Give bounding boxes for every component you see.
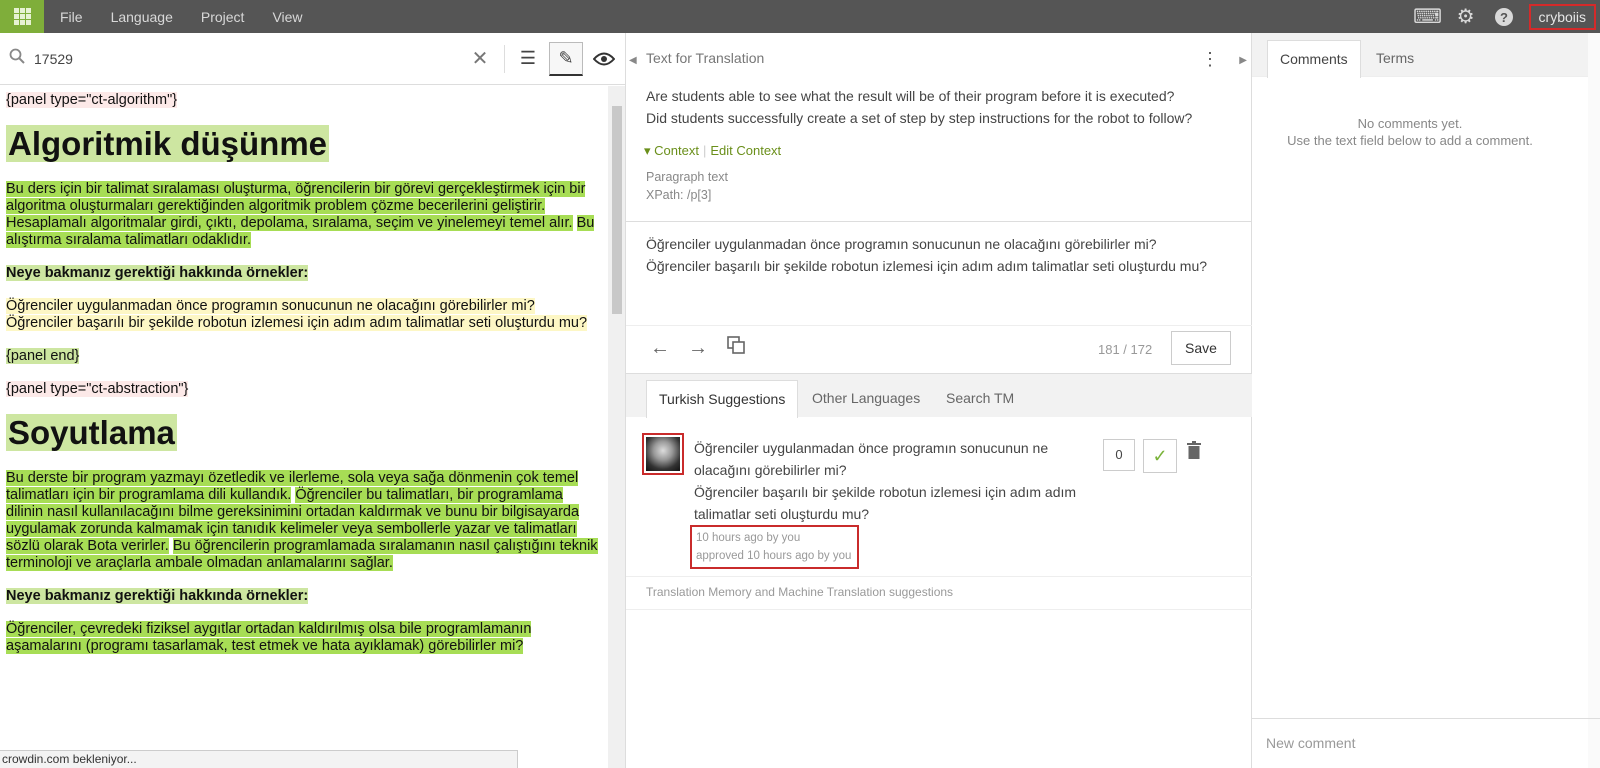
list-icon[interactable]: ☰ [511, 42, 545, 76]
segment[interactable]: Neye bakmanız gerektiği hakkında örnekle… [6, 588, 309, 604]
edit-context-link[interactable]: Edit Context [710, 143, 781, 158]
document-panel: 17529 ✕ ☰ ✎ {panel type="ct-algorithm"} … [0, 33, 626, 768]
scrollbar-thumb[interactable] [612, 106, 622, 314]
search-icon [0, 48, 34, 69]
document-preview: {panel type="ct-algorithm"} Algoritmik d… [0, 86, 608, 768]
segment[interactable]: Bu ders için bir talimat sıralaması oluş… [6, 181, 586, 214]
editor-panel: ◀ ▶ Text for Translation ⋮ Are students … [626, 33, 1252, 768]
top-bar: File Language Project View ⌨ ⚙ ? cryboii… [0, 0, 1600, 33]
tab-other-languages[interactable]: Other Languages [800, 380, 932, 418]
search-input[interactable]: 17529 [34, 51, 462, 67]
top-right-tools: ⌨ ⚙ ? cryboiis [1409, 0, 1600, 33]
divider [626, 221, 1252, 222]
help-icon[interactable]: ? [1485, 0, 1523, 33]
source-text: Are students able to see what the result… [646, 88, 1193, 126]
apps-menu-button[interactable] [0, 0, 44, 33]
grid-icon [13, 8, 31, 25]
tab-terms[interactable]: Terms [1364, 40, 1426, 78]
tab-turkish-suggestions[interactable]: Turkish Suggestions [646, 380, 799, 418]
arrow-left-icon[interactable]: ← [650, 337, 670, 360]
menu-project[interactable]: Project [201, 9, 245, 25]
segment[interactable]: Neye bakmanız gerektiği hakkında örnekle… [6, 265, 309, 281]
panel-tag: {panel type="ct-algorithm"} [6, 92, 178, 108]
translation-textarea[interactable]: Öğrenciler uygulanmadan önce programın s… [646, 233, 1236, 277]
search-bar: 17529 ✕ ☰ ✎ [0, 33, 625, 85]
copy-source-icon[interactable] [726, 335, 746, 361]
segment[interactable]: Öğrenciler, çevredeki fiziksel aygıtlar … [6, 621, 532, 654]
comments-scrollbar[interactable] [1588, 33, 1600, 768]
heading-abstraction: Soyutlama [6, 414, 177, 451]
comments-tabs: Comments Terms [1252, 33, 1600, 78]
suggestion-meta: 10 hours ago by you approved 10 hours ag… [690, 525, 860, 569]
avatar[interactable] [642, 433, 684, 475]
vote-count: 0 [1103, 439, 1135, 471]
gear-icon[interactable]: ⚙ [1447, 0, 1485, 33]
collapse-right-icon[interactable]: ▶ [1239, 55, 1247, 66]
suggestion-item[interactable]: Öğrenciler uygulanmadan önce programın s… [626, 417, 1252, 577]
menu-language[interactable]: Language [111, 9, 173, 25]
menu-view[interactable]: View [272, 9, 302, 25]
panel-end-tag: {panel end} [6, 348, 80, 364]
collapse-left-icon[interactable]: ◀ [629, 55, 637, 66]
menu-file[interactable]: File [60, 9, 83, 25]
suggestion-text: Öğrenciler uygulanmadan önce programın s… [694, 440, 1077, 522]
divider [626, 609, 1252, 610]
svg-text:?: ? [1500, 10, 1508, 25]
trash-icon[interactable] [1186, 441, 1202, 464]
no-comments-message: No comments yet. Use the text field belo… [1287, 116, 1533, 148]
eye-icon[interactable] [587, 42, 621, 76]
current-segment[interactable]: Öğrenciler uygulanmadan önce programın s… [6, 298, 588, 331]
paragraph-2: Bu derste bir program yazmayı özetledik … [6, 470, 602, 572]
segment[interactable]: Hesaplamalı algoritmalar girdi, çıktı, d… [6, 215, 573, 231]
context-toggle[interactable]: ▾ Context [644, 143, 699, 158]
context-links: ▾ Context | Edit Context [644, 143, 782, 158]
browser-status: crowdin.com bekleniyor... [0, 750, 518, 768]
keyboard-icon[interactable]: ⌨ [1409, 0, 1447, 33]
panel-tag: {panel type="ct-abstraction"} [6, 381, 189, 397]
suggestion-tabs: Turkish Suggestions Other Languages Sear… [626, 373, 1252, 418]
save-button[interactable]: Save [1171, 331, 1231, 365]
close-icon[interactable]: ✕ [462, 46, 498, 71]
tab-comments[interactable]: Comments [1267, 40, 1361, 78]
new-comment-input[interactable]: New comment [1252, 718, 1600, 768]
pencil-icon[interactable]: ✎ [549, 41, 583, 76]
comments-panel: Comments Terms No comments yet. Use the … [1252, 33, 1600, 768]
editor-toolbar: ← → [650, 335, 764, 361]
source-title: Text for Translation [646, 50, 765, 66]
source-meta: Paragraph text XPath: /p[3] [646, 170, 728, 202]
tab-search-tm[interactable]: Search TM [934, 380, 1026, 418]
heading-algorithmic: Algoritmik düşünme [6, 125, 330, 162]
toolbar-divider [504, 44, 505, 73]
paragraph-1: Bu ders için bir talimat sıralaması oluş… [6, 181, 602, 249]
tm-suggestions-label: Translation Memory and Machine Translati… [646, 585, 954, 599]
document-scrollbar[interactable] [608, 86, 625, 768]
more-options-icon[interactable]: ⋮ [1201, 49, 1219, 70]
user-menu-button[interactable]: cryboiis [1528, 3, 1596, 30]
divider [626, 325, 1252, 326]
check-icon[interactable]: ✓ [1143, 439, 1177, 473]
main-menu: File Language Project View [60, 9, 331, 25]
character-counter: 181 / 172 [1098, 342, 1153, 357]
arrow-right-icon[interactable]: → [688, 337, 708, 360]
